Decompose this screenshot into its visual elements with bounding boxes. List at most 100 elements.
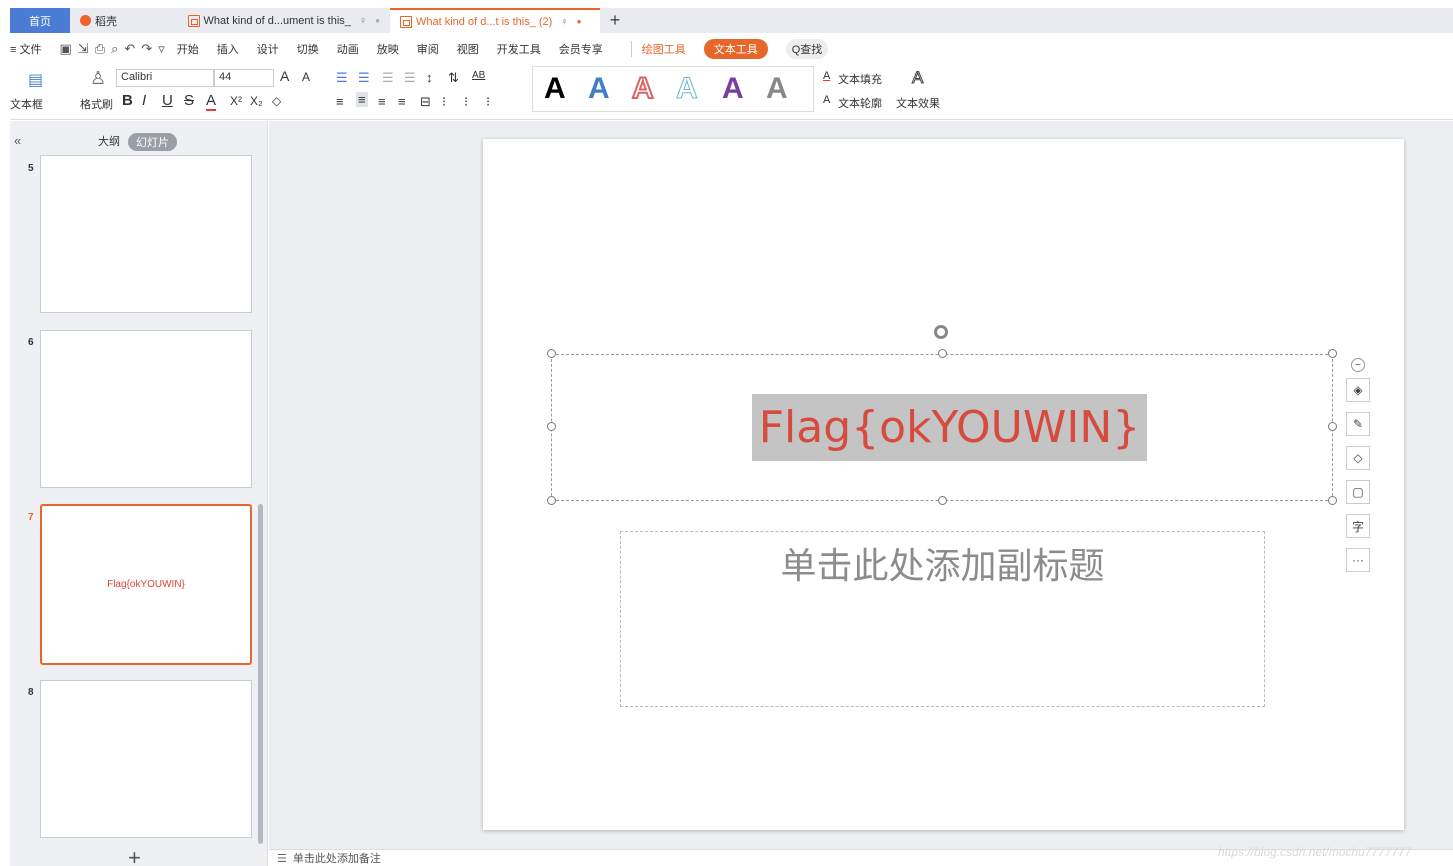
text-style-cyan-outline[interactable]: A xyxy=(676,72,699,106)
format-painter-icon[interactable]: ♙ xyxy=(90,68,106,89)
justify-icon[interactable]: ≡ xyxy=(398,94,406,109)
print-icon[interactable]: ⎙ xyxy=(95,41,105,57)
text-effect-button[interactable]: 文本效果 xyxy=(896,95,940,111)
resize-handle[interactable] xyxy=(547,349,556,358)
panel-scrollbar[interactable] xyxy=(258,504,263,844)
slide-thumbnail-active[interactable]: Flag{okYOUWIN} xyxy=(40,504,252,665)
slide-thumbnail[interactable] xyxy=(40,155,252,313)
menu-item-transition[interactable]: 切换 xyxy=(297,41,319,57)
export-pdf-icon[interactable]: ⇲ xyxy=(78,41,89,57)
resize-handle[interactable] xyxy=(547,496,556,505)
increase-indent-icon[interactable]: ☰ xyxy=(404,70,416,86)
menu-item-animation[interactable]: 动画 xyxy=(337,41,359,57)
text-style-red-outline[interactable]: A xyxy=(631,71,655,106)
tab-outline[interactable]: 大纲 xyxy=(98,133,120,151)
text-outline-button[interactable]: 文本轮廓 xyxy=(838,95,882,111)
find-button[interactable]: Q查找 xyxy=(785,39,829,59)
redo-icon[interactable]: ↷ xyxy=(141,41,152,57)
distribute-icon[interactable]: ⊟ xyxy=(420,94,431,110)
fill-icon[interactable]: ◇ xyxy=(1346,446,1370,470)
text-fill-button[interactable]: 文本填充 xyxy=(838,71,882,87)
align-center-icon[interactable]: ≡ xyxy=(356,92,368,107)
pen-icon[interactable]: ✎ xyxy=(1346,412,1370,436)
underline-button[interactable]: U xyxy=(162,92,173,109)
menu-item-drawing-tools[interactable]: 绘图工具 xyxy=(642,41,686,57)
bold-button[interactable]: B xyxy=(122,92,133,109)
numbered-list-icon[interactable]: ☰ xyxy=(358,70,370,86)
text-direction-icon[interactable]: ⇅ xyxy=(448,70,459,86)
text-outline-icon[interactable]: A xyxy=(823,94,830,106)
bullet-list-icon[interactable]: ☰ xyxy=(336,70,348,86)
text-effect-icon[interactable]: A xyxy=(911,68,923,88)
textbox-icon[interactable]: ▤ xyxy=(28,70,43,90)
resize-handle[interactable] xyxy=(938,349,947,358)
menu-item-view[interactable]: 视图 xyxy=(457,41,479,57)
italic-button[interactable]: I xyxy=(142,92,146,109)
menu-item-text-tools[interactable]: 文本工具 xyxy=(703,39,768,59)
tab-daoke[interactable]: 稻壳 xyxy=(70,8,178,33)
text-fill-icon[interactable]: A xyxy=(823,70,830,82)
print-preview-icon[interactable]: ⌕ xyxy=(111,41,118,57)
align-right-icon[interactable]: ≡ xyxy=(378,94,386,109)
customize-icon[interactable]: ▿ xyxy=(158,41,165,57)
resize-handle[interactable] xyxy=(1328,422,1337,431)
align-left-icon[interactable]: ≡ xyxy=(336,94,344,109)
tab-slides[interactable]: 幻灯片 xyxy=(128,133,177,151)
save-icon[interactable]: ▣ xyxy=(59,41,71,57)
subscript-icon[interactable]: X₂ xyxy=(250,94,263,108)
collapse-toolbar-icon[interactable]: − xyxy=(1351,358,1365,372)
strikethrough-button[interactable]: S xyxy=(184,92,194,109)
menu-item-design[interactable]: 设计 xyxy=(257,41,279,57)
layers-icon[interactable]: ◈ xyxy=(1346,378,1370,402)
file-menu[interactable]: ≡ 文件 xyxy=(10,41,41,57)
text-style-black[interactable]: A xyxy=(544,72,566,106)
increase-font-button[interactable]: A xyxy=(280,68,289,84)
menu-item-developer[interactable]: 开发工具 xyxy=(497,41,541,57)
text-style-blue[interactable]: A xyxy=(588,72,610,106)
decrease-indent-icon[interactable]: ☰ xyxy=(382,70,394,86)
format-painter-label[interactable]: 格式刷 xyxy=(80,96,113,112)
resize-handle[interactable] xyxy=(1328,496,1337,505)
menu-item-start[interactable]: 开始 xyxy=(177,41,199,57)
columns-icon[interactable]: ⁝ xyxy=(442,94,446,110)
notes-placeholder[interactable]: 单击此处添加备注 xyxy=(293,850,381,866)
resize-handle[interactable] xyxy=(1328,349,1337,358)
new-tab-button[interactable]: + xyxy=(600,8,630,33)
character-icon[interactable]: 字 xyxy=(1346,514,1370,538)
subtitle-placeholder-text[interactable]: 单击此处添加副标题 xyxy=(620,537,1265,589)
menu-item-review[interactable]: 审阅 xyxy=(417,41,439,57)
text-style-purple[interactable]: A xyxy=(722,72,744,106)
menu-item-slideshow[interactable]: 放映 xyxy=(377,41,399,57)
tab-close-icon[interactable]: ● xyxy=(375,16,380,25)
superscript-icon[interactable]: X² xyxy=(230,94,242,108)
slide-title-text[interactable]: Flag{okYOUWIN} xyxy=(752,394,1147,461)
text-style-gray[interactable]: A xyxy=(766,72,788,106)
add-slide-button[interactable]: + xyxy=(128,845,141,866)
font-size-field[interactable]: 44 xyxy=(214,69,274,87)
resize-handle[interactable] xyxy=(547,422,556,431)
more-options-icon[interactable]: ··· xyxy=(1346,548,1370,572)
paragraph-spacing-icon[interactable]: ⁝ xyxy=(464,94,468,110)
resize-handle[interactable] xyxy=(938,496,947,505)
menu-item-member[interactable]: 会员专享 xyxy=(559,41,603,57)
collapse-panel-button[interactable]: « xyxy=(14,133,21,148)
decrease-font-button[interactable]: A xyxy=(302,70,310,84)
menu-item-insert[interactable]: 插入 xyxy=(217,41,239,57)
ribbon: ▤ 文本框 ♙ 格式刷 Calibri 44 A A B I U S A X² … xyxy=(10,64,1453,120)
slide-thumbnail[interactable] xyxy=(40,330,252,488)
tab-document-1[interactable]: What kind of d...ument is this_ ♀ ● xyxy=(178,8,390,33)
undo-icon[interactable]: ↶ xyxy=(124,41,135,57)
tab-close-icon[interactable]: ● xyxy=(577,17,582,26)
tab-document-2[interactable]: What kind of d...t is this_ (2) ♀ ● xyxy=(390,8,600,33)
clear-format-icon[interactable]: ◇ xyxy=(272,94,281,108)
font-name-field[interactable]: Calibri xyxy=(116,69,214,87)
text-align-icon[interactable]: AB xyxy=(472,70,485,81)
rotate-handle[interactable] xyxy=(934,325,948,339)
line-spacing-icon[interactable]: ↕ xyxy=(426,70,433,85)
textbox-label[interactable]: 文本框 xyxy=(10,96,43,112)
slide-thumbnail[interactable] xyxy=(40,680,252,838)
outline-icon[interactable]: ▢ xyxy=(1346,480,1370,504)
paragraph-settings-icon[interactable]: ⁝ xyxy=(486,94,490,110)
font-color-button[interactable]: A xyxy=(206,92,217,111)
tab-home[interactable]: 首页 xyxy=(10,8,70,33)
